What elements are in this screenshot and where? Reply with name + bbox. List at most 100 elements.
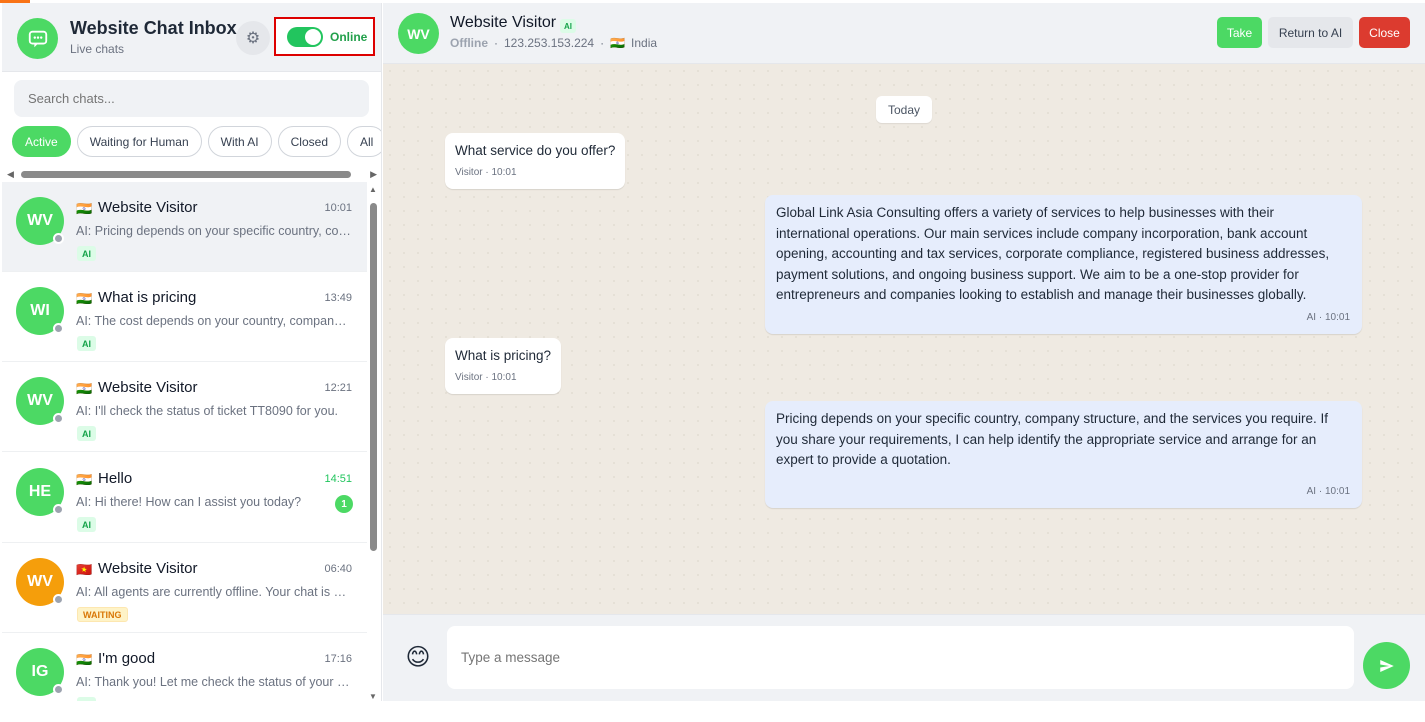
ai-message: Global Link Asia Consulting offers a var… — [765, 195, 1362, 334]
separator-dot: · — [600, 36, 605, 50]
avatar: WV — [398, 13, 439, 54]
message-area[interactable]: Today What service do you offer? Visitor… — [383, 64, 1425, 614]
chat-time: 12:21 — [324, 382, 352, 394]
chat-name: I'm good — [98, 650, 156, 667]
visitor-meta: Offline · 123.253.153.224 · 🇮🇳 India — [450, 36, 657, 50]
ai-badge: AI — [77, 697, 96, 701]
waiting-badge: WAITING — [77, 607, 128, 622]
send-arrow-icon — [1379, 659, 1394, 672]
take-button[interactable]: Take — [1217, 17, 1262, 48]
chat-list-item[interactable]: WI 🇮🇳 What is pricing 13:49 AI: The cost… — [2, 272, 367, 362]
conversation-panel: WV Website Visitor AI Offline · 123.253.… — [383, 3, 1425, 701]
filter-all[interactable]: All — [347, 126, 381, 157]
horizontal-scrollbar[interactable]: ◀ ▶ — [7, 169, 377, 179]
ai-badge: AI — [77, 426, 96, 441]
gear-icon: ⚙ — [245, 30, 261, 47]
chat-list-item[interactable]: WV 🇮🇳 Website Visitor 10:01 AI: Pricing … — [2, 182, 367, 272]
chat-name: Website Visitor — [98, 379, 198, 396]
country-flag: 🇮🇳 — [610, 36, 626, 50]
send-button[interactable] — [1363, 642, 1410, 689]
message-input[interactable] — [447, 626, 1354, 689]
message-meta: Visitor · 10:01 — [455, 166, 517, 178]
settings-button[interactable]: ⚙ — [236, 21, 270, 55]
chat-time: 13:49 — [324, 292, 352, 304]
message-text: What service do you offer? — [455, 143, 616, 158]
online-label: Online — [330, 29, 368, 44]
message-composer: 😊 — [383, 614, 1425, 701]
chat-preview: AI: Thank you! Let me check the status o… — [76, 675, 352, 689]
sidebar-header: Website Chat Inbox Live chats ⚙ Online — [2, 3, 381, 72]
chat-preview: AI: All agents are currently offline. Yo… — [76, 585, 352, 599]
scroll-down-icon[interactable]: ▼ — [369, 692, 377, 701]
chat-list-item[interactable]: WV 🇮🇳 Website Visitor 12:21 AI: I'll che… — [2, 362, 367, 452]
vertical-scrollbar[interactable]: ▲ ▼ — [368, 185, 380, 701]
search-input[interactable] — [14, 80, 369, 117]
message-meta: Visitor · 10:01 — [455, 371, 517, 383]
ai-badge: AI — [77, 246, 96, 261]
unread-count-badge: 1 — [335, 495, 353, 513]
chat-list: WV 🇮🇳 Website Visitor 10:01 AI: Pricing … — [2, 182, 367, 701]
online-toggle[interactable] — [287, 26, 323, 47]
filter-active[interactable]: Active — [12, 126, 71, 157]
message-text: Global Link Asia Consulting offers a var… — [776, 205, 1330, 302]
chat-list-item[interactable]: IG 🇮🇳 I'm good 17:16 AI: Thank you! Let … — [2, 633, 367, 701]
status-dot — [53, 684, 64, 695]
filter-closed[interactable]: Closed — [277, 126, 341, 157]
chat-name: Website Visitor — [98, 560, 198, 577]
status-dot — [53, 413, 64, 424]
scroll-up-icon[interactable]: ▲ — [369, 185, 377, 194]
status-dot — [53, 594, 64, 605]
sidebar: Website Chat Inbox Live chats ⚙ Online A… — [2, 3, 382, 701]
scroll-left-icon[interactable]: ◀ — [7, 169, 14, 180]
visitor-status: Offline — [450, 36, 488, 50]
visitor-ip: 123.253.153.224 — [504, 36, 595, 50]
status-dot — [53, 233, 64, 244]
visitor-country: India — [631, 36, 658, 50]
country-flag: 🇮🇳 — [76, 291, 93, 306]
chat-name: Website Visitor — [98, 199, 198, 216]
country-flag: 🇮🇳 — [76, 472, 93, 487]
ai-badge: AI — [77, 336, 96, 351]
ai-badge: AI — [560, 19, 576, 33]
status-dot — [53, 323, 64, 334]
visitor-message: What service do you offer? Visitor · 10:… — [445, 133, 626, 189]
filter-waiting-for-human[interactable]: Waiting for Human — [76, 126, 202, 157]
message-text: What is pricing? — [455, 348, 552, 363]
scroll-right-icon[interactable]: ▶ — [370, 169, 377, 180]
conversation-header: WV Website Visitor AI Offline · 123.253.… — [383, 3, 1425, 64]
chat-time: 06:40 — [324, 563, 352, 575]
app-subtitle: Live chats — [70, 42, 125, 56]
chat-time: 10:01 — [324, 202, 352, 214]
chat-bubble-icon — [17, 18, 58, 59]
chat-list-item[interactable]: HE 🇮🇳 Hello 14:51 AI: Hi there! How can … — [2, 453, 367, 543]
ai-message: Pricing depends on your specific country… — [765, 401, 1362, 508]
chat-preview: AI: The cost depends on your country, co… — [76, 314, 352, 328]
message-meta: AI · 10:01 — [1306, 311, 1350, 323]
scrollbar-thumb[interactable] — [21, 171, 351, 178]
chat-preview: AI: I'll check the status of ticket TT80… — [76, 404, 338, 418]
scrollbar-thumb[interactable] — [370, 203, 377, 551]
separator-dot: · — [494, 36, 498, 50]
smiley-icon[interactable]: 😊 — [403, 643, 433, 673]
status-dot — [53, 504, 64, 515]
country-flag: 🇻🇳 — [76, 562, 93, 577]
visitor-message: What is pricing? Visitor · 10:01 — [445, 338, 562, 394]
message-text: Pricing depends on your specific country… — [776, 411, 1329, 467]
visitor-name: Website Visitor — [450, 14, 557, 31]
message-meta: AI · 10:01 — [1306, 485, 1350, 497]
chat-time: 14:51 — [324, 473, 352, 485]
online-toggle-container[interactable]: Online — [274, 17, 375, 56]
country-flag: 🇮🇳 — [76, 381, 93, 396]
filter-with-ai[interactable]: With AI — [207, 126, 272, 157]
chat-preview: AI: Hi there! How can I assist you today… — [76, 495, 302, 509]
chat-name: Hello — [98, 470, 133, 487]
close-button[interactable]: Close — [1359, 17, 1410, 48]
country-flag: 🇮🇳 — [76, 201, 93, 216]
country-flag: 🇮🇳 — [76, 652, 93, 667]
filter-tabs: Active Waiting for Human With AI Closed … — [12, 126, 381, 158]
chat-list-item[interactable]: WV 🇻🇳 Website Visitor 06:40 AI: All agen… — [2, 543, 367, 633]
ai-badge: AI — [77, 517, 96, 532]
return-to-ai-button[interactable]: Return to AI — [1268, 17, 1353, 48]
app-title: Website Chat Inbox — [70, 18, 237, 38]
toggle-knob — [305, 28, 321, 45]
